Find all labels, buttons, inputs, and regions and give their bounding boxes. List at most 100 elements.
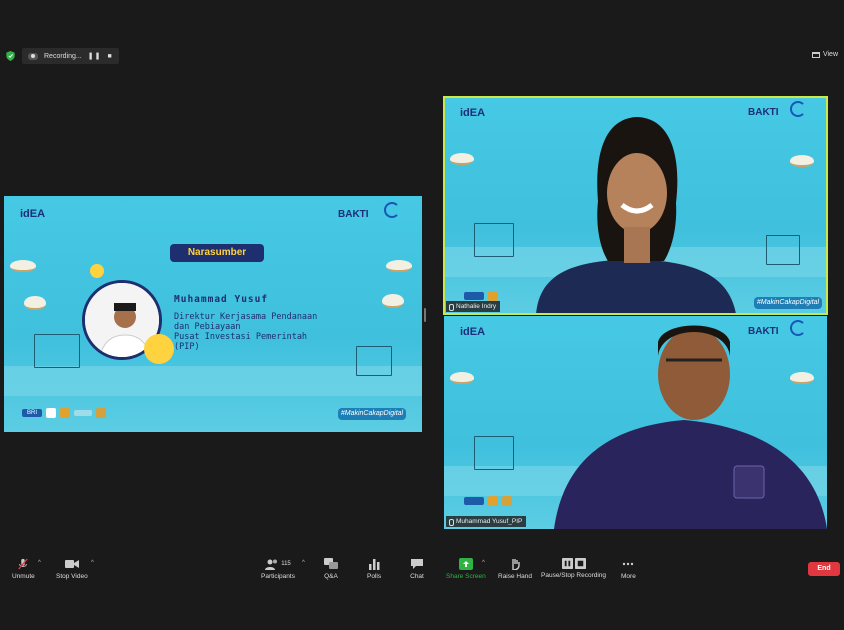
raise-hand-button[interactable]: Raise Hand: [498, 558, 532, 580]
garuda-logo: [502, 496, 512, 506]
end-meeting-button[interactable]: End: [808, 562, 840, 576]
more-button[interactable]: More: [621, 558, 636, 580]
idea-logo: idEA: [460, 326, 486, 338]
bri-logo: [464, 497, 484, 505]
view-button[interactable]: View: [811, 51, 838, 58]
participants-button[interactable]: 115 Participants: [261, 558, 295, 580]
hashtag-banner: #MakinCakapDigital: [338, 408, 406, 420]
view-label: View: [822, 51, 838, 58]
more-label: More: [621, 573, 636, 580]
recording-label: Recording...: [44, 52, 82, 60]
food-bowl-decoration: [382, 294, 404, 308]
pause-stop-recording-button[interactable]: Pause/Stop Recording: [541, 558, 606, 579]
pause-stop-recording-label: Pause/Stop Recording: [541, 572, 607, 579]
yellow-chat-bubble-decoration: [144, 334, 174, 364]
recording-icon: [28, 52, 38, 60]
pause-icon: [561, 558, 573, 569]
kominfo-logo-icon: [384, 202, 400, 218]
participants-options-caret[interactable]: ^: [302, 560, 305, 566]
food-cart-illustration: [356, 346, 392, 376]
speaker-title-line: Pusat Investasi Pemerintah: [174, 332, 308, 343]
hashtag-banner: #MakinCakapDigital: [754, 297, 822, 309]
garuda-logo: [96, 408, 106, 418]
speaker-title-line: dan Pebiayaan: [174, 322, 241, 333]
chat-button[interactable]: Chat: [410, 558, 424, 580]
share-options-caret[interactable]: ^: [482, 560, 485, 566]
food-bowl-decoration: [24, 296, 46, 310]
food-bowl-decoration: [10, 260, 36, 272]
sponsor-logos: [464, 496, 512, 506]
polls-icon: [369, 559, 380, 570]
share-screen-label: Share Screen: [446, 573, 486, 580]
sponsor-logos: BRI: [22, 408, 106, 418]
bakti-logo: BAKTI: [338, 209, 369, 220]
video-camera-icon: [64, 560, 79, 568]
encryption-shield-icon[interactable]: [6, 51, 15, 61]
stop-video-label: Stop Video: [56, 573, 88, 580]
food-bowl-decoration: [450, 372, 474, 384]
participant-video-tile[interactable]: idEA BAKTI Muhammad Yusuf_PIP: [444, 316, 827, 529]
partner-logo: [46, 408, 56, 418]
food-bowl-decoration: [386, 260, 412, 272]
participants-icon-group: 115: [265, 558, 291, 570]
meeting-toolbar: Unmute ^ Stop Video ^ 115 Participants ^…: [0, 550, 844, 590]
qa-button[interactable]: Q&A: [324, 558, 338, 580]
participant-video-tile[interactable]: idEA BAKTI #MakinCakapDigital Nathalie I…: [444, 97, 827, 314]
chat-label: Chat: [410, 573, 424, 580]
idea-logo: idEA: [20, 208, 46, 220]
speaker-title-line: Direktur Kerjasama Pendanaan: [174, 312, 318, 322]
narasumber-caption: Narasumber: [170, 244, 264, 262]
food-bowl-decoration: [450, 153, 474, 165]
unmute-label: Unmute: [12, 573, 35, 580]
meeting-top-bar: Recording... ❚❚ ■ View: [0, 47, 844, 65]
recording-controls-icons: [561, 558, 586, 569]
more-dots-icon: [623, 562, 634, 566]
chat-icon: [411, 559, 423, 569]
bakti-logo: BAKTI: [748, 107, 779, 118]
polls-button[interactable]: Polls: [367, 558, 381, 580]
food-cart-illustration: [34, 334, 80, 368]
participant-name-tag: Muhammad Yusuf_PIP: [446, 516, 527, 527]
stop-video-button[interactable]: Stop Video: [56, 558, 88, 580]
food-bowl-decoration: [790, 155, 814, 167]
participants-icon: [265, 559, 278, 570]
sponsor-logos: [464, 291, 498, 301]
share-screen-icon: [458, 558, 473, 570]
partner-logo: [488, 291, 498, 301]
idea-logo: idEA: [460, 107, 486, 119]
participants-count: 115: [281, 561, 291, 567]
qa-label: Q&A: [324, 573, 338, 580]
audio-options-caret[interactable]: ^: [38, 560, 41, 566]
share-screen-button[interactable]: Share Screen: [446, 558, 486, 580]
stop-recording-button[interactable]: ■: [107, 53, 112, 60]
speaker-title-line: (PIP): [174, 342, 200, 353]
bri-logo: BRI: [22, 409, 42, 417]
bri-logo: [464, 292, 484, 300]
presenter-slide-tile[interactable]: idEA BAKTI Narasumber Muhammad Yusuf Dir…: [4, 196, 422, 432]
kominfo-logo-icon: [790, 101, 806, 117]
participants-label: Participants: [261, 573, 295, 580]
unmute-button[interactable]: Unmute: [12, 558, 35, 580]
partner-logo: [74, 410, 92, 416]
participant-person-icon: [554, 325, 827, 529]
recording-indicator: Recording... ❚❚ ■: [22, 48, 119, 64]
polls-label: Polls: [367, 573, 382, 580]
food-cart-illustration: [474, 223, 514, 257]
food-cart-illustration: [766, 235, 800, 265]
speaker-name: Muhammad Yusuf: [174, 294, 269, 305]
participant-name-tag: Nathalie Indry: [446, 301, 501, 312]
panel-resize-handle[interactable]: [424, 308, 426, 322]
stop-icon: [574, 558, 586, 569]
speaker-title: Direktur Kerjasama Pendanaan dan Pebiaya…: [174, 312, 317, 352]
microphone-muted-icon: [18, 558, 29, 570]
raise-hand-icon: [512, 559, 520, 570]
pause-recording-button[interactable]: ❚❚: [88, 52, 102, 60]
yellow-circle-decoration: [90, 264, 104, 278]
qa-icon: [324, 558, 338, 569]
food-cart-illustration: [474, 436, 514, 470]
partner-logo: [488, 496, 498, 506]
partner-logo: [60, 408, 70, 418]
raise-hand-label: Raise Hand: [498, 573, 532, 580]
participant-person-icon: [536, 117, 736, 314]
video-options-caret[interactable]: ^: [91, 560, 94, 566]
